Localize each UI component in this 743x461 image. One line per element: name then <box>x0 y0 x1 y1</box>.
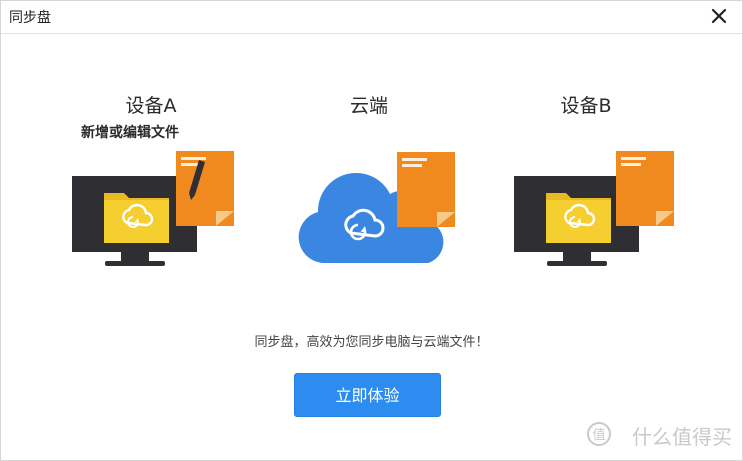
window-title: 同步盘 <box>9 10 51 26</box>
close-icon <box>711 8 727 24</box>
device-a-label: 设备A <box>125 95 177 117</box>
try-now-button[interactable]: 立即体验 <box>294 373 441 417</box>
title-bar: 同步盘 <box>1 1 742 34</box>
device-a-illustration <box>72 151 234 266</box>
device-b-label: 设备B <box>560 95 612 117</box>
cloud-illustration <box>298 152 455 263</box>
close-button[interactable] <box>708 5 730 27</box>
document-icon <box>616 151 674 226</box>
device-b-illustration <box>514 151 674 266</box>
folder-icon <box>104 193 169 243</box>
watermark-logo-icon: 值 <box>587 422 611 446</box>
cloud-label: 云端 <box>349 95 388 117</box>
document-icon <box>397 152 455 227</box>
watermark: 什么值得买 <box>632 425 732 449</box>
svg-text:值: 值 <box>592 427 605 443</box>
folder-icon <box>546 193 611 243</box>
tagline: 同步盘，高效为您同步电脑与云端文件！ <box>254 335 489 350</box>
device-a-caption: 新增或编辑文件 <box>81 125 179 141</box>
sync-disk-dialog: 同步盘 设备A 新增或编辑文件 云端 设备B 同步盘，高效为您同步电脑与云端文件… <box>0 0 743 461</box>
document-icon <box>176 151 234 226</box>
